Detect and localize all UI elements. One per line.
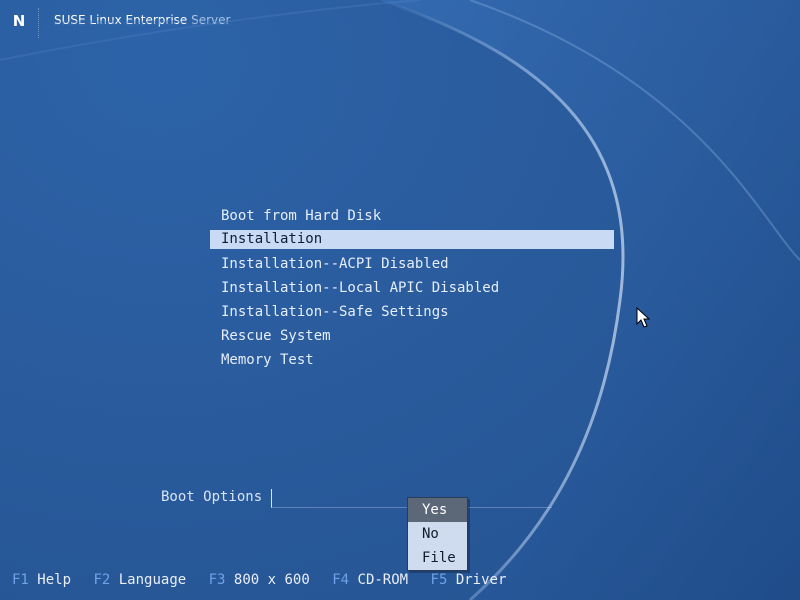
popup-option-yes[interactable]: Yes [408,498,467,522]
fkey-language[interactable]: F2 Language [93,571,186,589]
menu-item-installation-safe-settings[interactable]: Installation--Safe Settings [210,300,614,324]
fkey-help[interactable]: F1 Help [12,571,71,589]
fkey-key: F2 [93,572,111,588]
novell-n-icon: N [12,12,26,30]
fkey-driver[interactable]: F5 Driver [431,571,507,589]
menu-item-installation-acpi-disabled[interactable]: Installation--ACPI Disabled [210,252,614,276]
menu-item-memory-test[interactable]: Memory Test [210,348,614,372]
fkey-label: 800 x 600 [233,572,310,588]
mouse-pointer-icon [636,307,650,328]
menu-item-installation-local-apic-disabled[interactable]: Installation--Local APIC Disabled [210,276,614,300]
fkey-key: F4 [332,572,350,588]
popup-option-file[interactable]: File [408,546,467,570]
popup-option-no[interactable]: No [408,522,467,546]
boot-options-label: Boot Options [161,489,263,505]
menu-item-installation[interactable]: Installation [210,230,614,249]
brand-reflection: SUSE Linux Enterprise Server [54,19,230,27]
fkey-key: F5 [430,572,448,588]
boot-screen: N SUSE Linux Enterprise Server SUSE Linu… [0,0,800,600]
menu-item-boot-hard-disk[interactable]: Boot from Hard Disk [210,204,614,228]
fkey-resolution[interactable]: F3 800 x 600 [209,571,310,589]
brand-reflection-secondary: Server [191,18,231,27]
brand-divider [38,8,40,38]
fkey-label: CD-ROM [357,572,409,588]
menu-item-rescue-system[interactable]: Rescue System [210,324,614,348]
fkey-key: F3 [208,572,226,588]
brand-reflection-primary: SUSE Linux Enterprise [54,18,188,27]
fkey-cdrom[interactable]: F4 CD-ROM [332,571,408,589]
fkey-label: Driver [455,572,507,588]
driver-popup-menu: Yes No File [407,497,468,571]
fkey-label: Language [118,572,187,588]
fkey-key: F1 [12,572,29,588]
fkey-label: Help [37,572,72,588]
function-key-bar: F1 Help F2 Language F3 800 x 600 F4 CD-R… [12,571,520,589]
boot-menu: Boot from Hard Disk Installation Install… [210,204,614,372]
